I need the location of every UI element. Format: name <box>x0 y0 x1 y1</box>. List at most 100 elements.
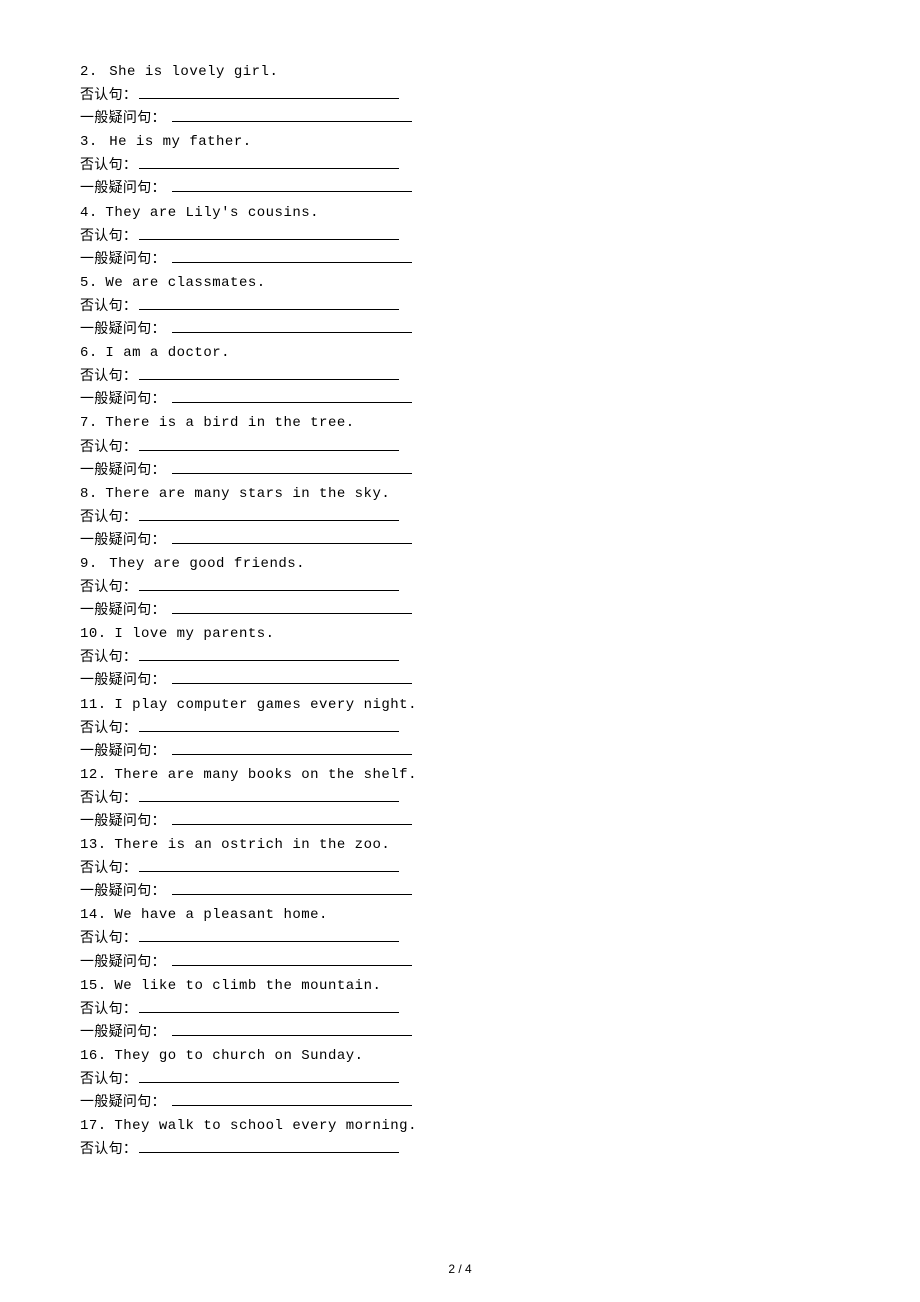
negative-sentence-row: 否认句： <box>80 365 840 388</box>
question-line: 16. They go to church on Sunday. <box>80 1044 840 1068</box>
answer-blank[interactable] <box>172 1093 412 1107</box>
question-line: 12. There are many books on the shelf. <box>80 763 840 787</box>
spacing <box>166 252 170 267</box>
negative-label: 否认句： <box>80 580 137 595</box>
question-label: 一般疑问句： <box>80 1025 166 1040</box>
negative-sentence-row: 否认句： <box>80 154 840 177</box>
answer-blank[interactable] <box>172 952 412 966</box>
question-text: They are good friends. <box>109 556 305 572</box>
question-label: 一般疑问句： <box>80 673 166 688</box>
answer-blank[interactable] <box>139 999 399 1013</box>
question-sentence-row: 一般疑问句： <box>80 107 840 130</box>
question-number: 11. <box>80 697 107 713</box>
answer-blank[interactable] <box>139 859 399 873</box>
question-sentence-row: 一般疑问句： <box>80 1021 840 1044</box>
negative-sentence-row: 否认句： <box>80 787 840 810</box>
answer-blank[interactable] <box>139 367 399 381</box>
question-line: 6. I am a doctor. <box>80 341 840 365</box>
negative-label: 否认句： <box>80 158 137 173</box>
question-label: 一般疑问句： <box>80 392 166 407</box>
spacing <box>166 603 170 618</box>
answer-blank[interactable] <box>172 601 412 615</box>
negative-sentence-row: 否认句： <box>80 717 840 740</box>
negative-label: 否认句： <box>80 440 137 455</box>
negative-label: 否认句： <box>80 369 137 384</box>
question-text: They are Lily's cousins. <box>105 205 319 221</box>
negative-label: 否认句： <box>80 229 137 244</box>
question-number: 3. <box>80 134 98 150</box>
answer-blank[interactable] <box>139 86 399 100</box>
page: 2. She is lovely girl.否认句：一般疑问句： 3. He i… <box>0 0 920 1302</box>
negative-label: 否认句： <box>80 1142 137 1157</box>
negative-sentence-row: 否认句： <box>80 295 840 318</box>
question-line: 15. We like to climb the mountain. <box>80 974 840 998</box>
question-text: There are many stars in the sky. <box>105 486 390 502</box>
answer-blank[interactable] <box>139 437 399 451</box>
answer-blank[interactable] <box>172 741 412 755</box>
negative-label: 否认句： <box>80 791 137 806</box>
answer-blank[interactable] <box>139 648 399 662</box>
question-label: 一般疑问句： <box>80 884 166 899</box>
question-label: 一般疑问句： <box>80 252 166 267</box>
answer-blank[interactable] <box>172 319 412 333</box>
question-label: 一般疑问句： <box>80 744 166 759</box>
negative-sentence-row: 否认句： <box>80 998 840 1021</box>
question-line: 4. They are Lily's cousins. <box>80 201 840 225</box>
negative-label: 否认句： <box>80 721 137 736</box>
question-text: We are classmates. <box>105 275 265 291</box>
answer-blank[interactable] <box>172 109 412 123</box>
question-sentence-row: 一般疑问句： <box>80 740 840 763</box>
question-number: 14. <box>80 907 107 923</box>
answer-blank[interactable] <box>139 929 399 943</box>
question-line: 11. I play computer games every night. <box>80 693 840 717</box>
answer-blank[interactable] <box>172 390 412 404</box>
question-text: There is an ostrich in the zoo. <box>114 837 390 853</box>
spacing <box>166 392 170 407</box>
spacing <box>166 884 170 899</box>
negative-sentence-row: 否认句： <box>80 646 840 669</box>
negative-sentence-row: 否认句： <box>80 927 840 950</box>
negative-label: 否认句： <box>80 88 137 103</box>
question-sentence-row: 一般疑问句： <box>80 459 840 482</box>
question-sentence-row: 一般疑问句： <box>80 388 840 411</box>
question-label: 一般疑问句： <box>80 111 166 126</box>
negative-label: 否认句： <box>80 931 137 946</box>
spacing <box>166 111 170 126</box>
answer-blank[interactable] <box>139 788 399 802</box>
answer-blank[interactable] <box>172 1022 412 1036</box>
answer-blank[interactable] <box>139 718 399 732</box>
spacing <box>166 1095 170 1110</box>
question-sentence-row: 一般疑问句： <box>80 177 840 200</box>
spacing <box>166 181 170 196</box>
answer-blank[interactable] <box>139 296 399 310</box>
answer-blank[interactable] <box>139 507 399 521</box>
question-label: 一般疑问句： <box>80 955 166 970</box>
answer-blank[interactable] <box>172 811 412 825</box>
answer-blank[interactable] <box>172 460 412 474</box>
answer-blank[interactable] <box>139 156 399 170</box>
question-line: 13. There is an ostrich in the zoo. <box>80 833 840 857</box>
question-sentence-row: 一般疑问句： <box>80 880 840 903</box>
answer-blank[interactable] <box>139 226 399 240</box>
answer-blank[interactable] <box>172 530 412 544</box>
negative-label: 否认句： <box>80 510 137 525</box>
question-number: 9. <box>80 556 98 572</box>
answer-blank[interactable] <box>139 1140 399 1154</box>
question-line: 9. They are good friends. <box>80 552 840 576</box>
question-number: 5. <box>80 275 98 291</box>
question-label: 一般疑问句： <box>80 322 166 337</box>
question-sentence-row: 一般疑问句： <box>80 951 840 974</box>
answer-blank[interactable] <box>172 882 412 896</box>
spacing <box>166 322 170 337</box>
negative-sentence-row: 否认句： <box>80 1138 840 1161</box>
answer-blank[interactable] <box>172 671 412 685</box>
spacing <box>166 814 170 829</box>
answer-blank[interactable] <box>172 179 412 193</box>
question-text: I am a doctor. <box>105 345 230 361</box>
spacing <box>166 955 170 970</box>
answer-blank[interactable] <box>172 249 412 263</box>
question-sentence-row: 一般疑问句： <box>80 599 840 622</box>
answer-blank[interactable] <box>139 577 399 591</box>
answer-blank[interactable] <box>139 1069 399 1083</box>
question-sentence-row: 一般疑问句： <box>80 1091 840 1114</box>
